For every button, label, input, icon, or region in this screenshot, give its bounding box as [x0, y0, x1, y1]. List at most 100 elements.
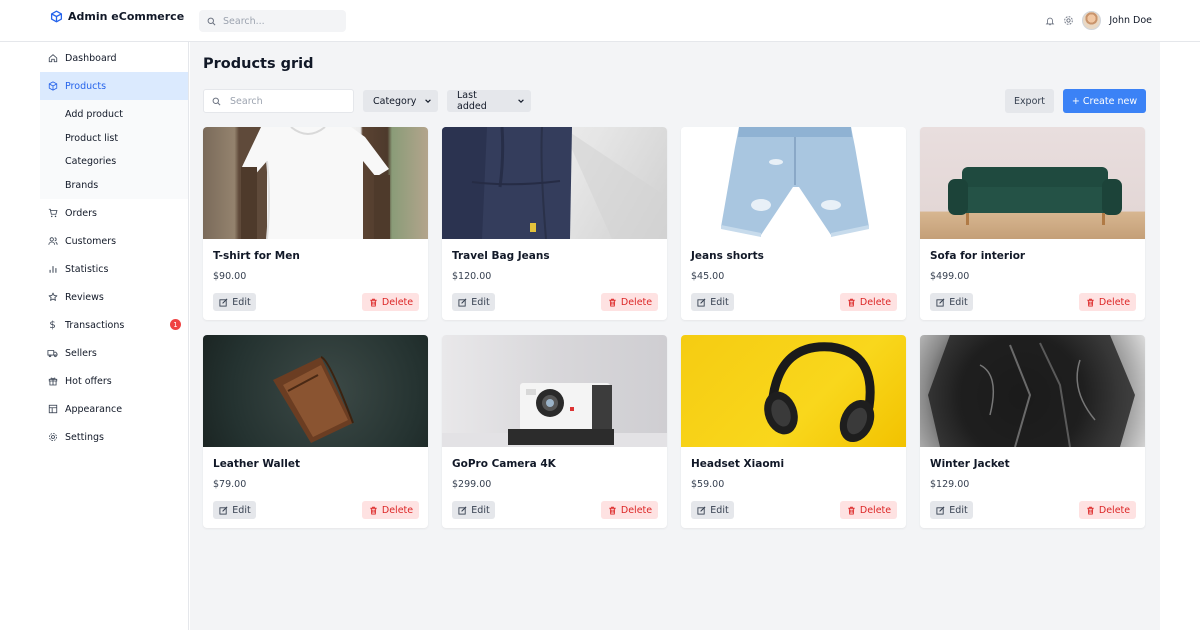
- delete-button-label: Delete: [1098, 296, 1131, 308]
- transactions-count-badge: 1: [170, 319, 181, 330]
- avatar[interactable]: [1082, 11, 1102, 30]
- edit-button-label: Edit: [232, 504, 251, 516]
- product-card[interactable]: T-shirt for Men $90.00 Edit Delete: [203, 127, 428, 320]
- delete-button[interactable]: Delete: [601, 293, 658, 311]
- delete-button-label: Delete: [620, 504, 653, 516]
- dollar-icon: $: [49, 319, 56, 331]
- product-image-tshirt[interactable]: [203, 127, 428, 239]
- delete-button[interactable]: Delete: [1079, 501, 1136, 519]
- product-card[interactable]: Leather Wallet $79.00 Edit Delete: [203, 335, 428, 528]
- trash-icon: [368, 505, 379, 516]
- export-button[interactable]: Export: [1005, 89, 1054, 113]
- main-content: Products grid Category Last added Export…: [190, 42, 1160, 630]
- submenu-item-categories[interactable]: Categories: [40, 150, 188, 174]
- global-search-input[interactable]: [223, 15, 333, 27]
- trash-icon: [607, 297, 618, 308]
- submenu-item-brands[interactable]: Brands: [40, 174, 188, 198]
- product-card[interactable]: GoPro Camera 4K $299.00 Edit Delete: [442, 335, 667, 528]
- sidebar-item-label: Orders: [65, 207, 97, 219]
- delete-button[interactable]: Delete: [1079, 293, 1136, 311]
- edit-icon: [696, 505, 707, 516]
- sidebar-item-label: Hot offers: [65, 375, 112, 387]
- delete-button[interactable]: Delete: [840, 293, 897, 311]
- sidebar-item-label: Reviews: [65, 291, 104, 303]
- category-select-value: Category: [373, 95, 417, 107]
- product-image-headset[interactable]: [681, 335, 906, 447]
- sidebar-item-statistics[interactable]: Statistics: [40, 255, 188, 283]
- delete-button[interactable]: Delete: [362, 501, 419, 519]
- submenu-item-product-list[interactable]: Product list: [40, 127, 188, 151]
- sidebar-item-appearance[interactable]: Appearance: [40, 395, 188, 423]
- edit-button-label: Edit: [471, 504, 490, 516]
- submenu-item-add-product[interactable]: Add product: [40, 103, 188, 127]
- edit-icon: [457, 297, 468, 308]
- sidebar-item-settings[interactable]: Settings: [40, 423, 188, 451]
- edit-button-label: Edit: [710, 504, 729, 516]
- sidebar-item-transactions[interactable]: $ Transactions 1: [40, 311, 188, 339]
- product-card[interactable]: Winter Jacket $129.00 Edit Delete: [920, 335, 1145, 528]
- edit-button[interactable]: Edit: [691, 293, 734, 311]
- trash-icon: [1085, 297, 1096, 308]
- delete-button[interactable]: Delete: [840, 501, 897, 519]
- sidebar-item-label: Products: [65, 80, 107, 92]
- brand[interactable]: Admin eCommerce: [50, 10, 184, 23]
- product-search-input[interactable]: [230, 95, 340, 107]
- edit-icon: [457, 505, 468, 516]
- delete-button-label: Delete: [859, 504, 892, 516]
- sidebar-item-reviews[interactable]: Reviews: [40, 283, 188, 311]
- trash-icon: [846, 505, 857, 516]
- product-image-sofa[interactable]: [920, 127, 1145, 239]
- edit-button[interactable]: Edit: [930, 501, 973, 519]
- product-search[interactable]: [203, 89, 354, 113]
- product-name: T-shirt for Men: [213, 250, 300, 262]
- edit-button[interactable]: Edit: [452, 501, 495, 519]
- delete-button[interactable]: Delete: [362, 293, 419, 311]
- category-select[interactable]: Category: [363, 90, 438, 112]
- products-grid: T-shirt for Men $90.00 Edit Delete Trave…: [203, 127, 1147, 528]
- sidebar-item-products[interactable]: Products: [40, 72, 188, 100]
- product-image-camera[interactable]: [442, 335, 667, 447]
- product-card[interactable]: Headset Xiaomi $59.00 Edit Delete: [681, 335, 906, 528]
- product-image-bag[interactable]: [442, 127, 667, 239]
- product-image-jeans[interactable]: [681, 127, 906, 239]
- create-new-button[interactable]: + Create new: [1063, 89, 1146, 113]
- edit-button[interactable]: Edit: [213, 501, 256, 519]
- product-card[interactable]: Travel Bag Jeans $120.00 Edit Delete: [442, 127, 667, 320]
- edit-icon: [696, 297, 707, 308]
- edit-button-label: Edit: [232, 296, 251, 308]
- sidebar-item-sellers[interactable]: Sellers: [40, 339, 188, 367]
- gear-icon[interactable]: [1063, 15, 1074, 26]
- trash-icon: [607, 505, 618, 516]
- edit-button-label: Edit: [710, 296, 729, 308]
- sidebar-item-hot-offers[interactable]: Hot offers: [40, 367, 188, 395]
- app-title: Admin eCommerce: [68, 10, 185, 23]
- bell-icon[interactable]: [1044, 15, 1055, 26]
- product-image-wallet[interactable]: [203, 335, 428, 447]
- edit-button[interactable]: Edit: [452, 293, 495, 311]
- delete-button-label: Delete: [859, 296, 892, 308]
- product-price: $45.00: [691, 271, 725, 282]
- product-card[interactable]: Sofa for interior $499.00 Edit Delete: [920, 127, 1145, 320]
- edit-button[interactable]: Edit: [691, 501, 734, 519]
- delete-button-label: Delete: [381, 504, 414, 516]
- sidebar-item-customers[interactable]: Customers: [40, 227, 188, 255]
- product-name: Winter Jacket: [930, 458, 1010, 470]
- edit-button[interactable]: Edit: [930, 293, 973, 311]
- page-title: Products grid: [203, 56, 314, 72]
- trash-icon: [1085, 505, 1096, 516]
- delete-button[interactable]: Delete: [601, 501, 658, 519]
- sidebar-item-label: Settings: [65, 431, 104, 443]
- bar-chart-icon: [47, 264, 58, 275]
- sort-select[interactable]: Last added: [447, 90, 531, 112]
- search-icon: [206, 16, 217, 27]
- global-search[interactable]: [199, 10, 346, 32]
- product-image-jacket[interactable]: [920, 335, 1145, 447]
- sidebar-item-dashboard[interactable]: Dashboard: [40, 44, 188, 72]
- edit-button[interactable]: Edit: [213, 293, 256, 311]
- cart-icon: [47, 208, 58, 219]
- product-card[interactable]: Jeans shorts $45.00 Edit Delete: [681, 127, 906, 320]
- home-icon: [47, 53, 58, 64]
- sidebar-item-orders[interactable]: Orders: [40, 199, 188, 227]
- user-name[interactable]: John Doe: [1109, 15, 1152, 26]
- edit-icon: [935, 505, 946, 516]
